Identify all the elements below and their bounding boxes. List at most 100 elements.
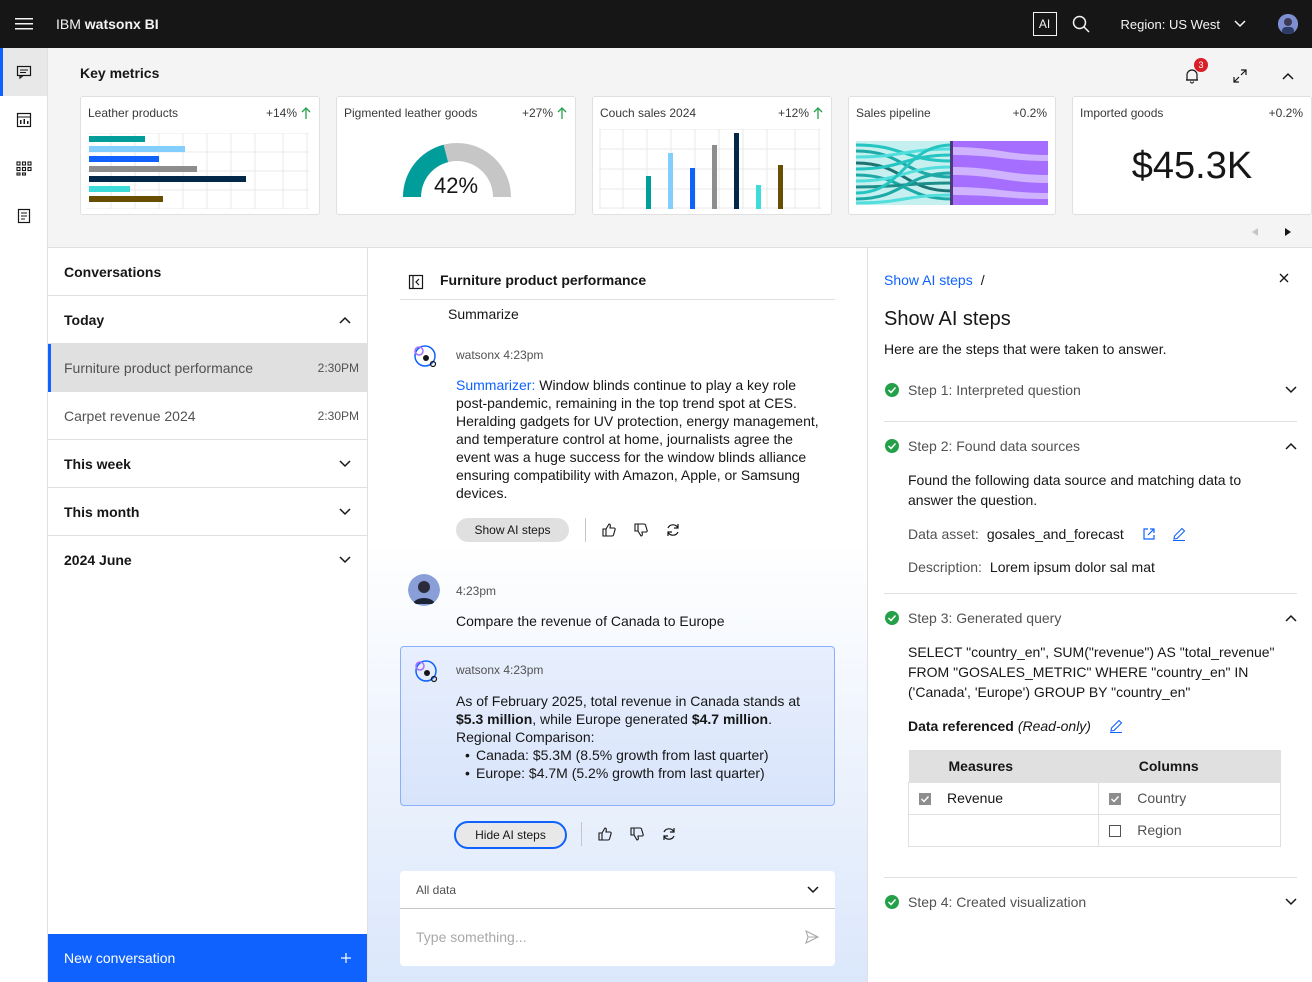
chevron-down-icon bbox=[339, 507, 351, 515]
message-text: Compare the revenue of Canada to Europe bbox=[456, 613, 725, 629]
edit-icon[interactable] bbox=[1172, 527, 1186, 541]
caret-left-icon bbox=[1252, 228, 1258, 236]
region-selector[interactable]: Region: US West bbox=[1105, 0, 1262, 48]
conversation-title: Furniture product performance bbox=[64, 359, 254, 376]
column-chart bbox=[599, 129, 821, 209]
cell-label: Country bbox=[1137, 790, 1187, 806]
group-today[interactable]: Today bbox=[48, 296, 367, 344]
bar-3 bbox=[89, 156, 159, 162]
metric-card-leather-products[interactable]: Leather products +14% bbox=[80, 96, 320, 215]
rail-report[interactable] bbox=[0, 192, 47, 240]
hide-ai-steps-button[interactable]: Hide AI steps bbox=[454, 821, 567, 849]
divider bbox=[581, 822, 582, 846]
app-brand[interactable]: IBM watsonx BI bbox=[56, 16, 159, 32]
input-placeholder: Type something... bbox=[416, 929, 527, 945]
bar-4 bbox=[89, 166, 197, 172]
step-4-header[interactable]: Step 4: Created visualization bbox=[884, 890, 1297, 914]
key-metrics-title: Key metrics bbox=[80, 65, 160, 81]
step-1-header[interactable]: Step 1: Interpreted question bbox=[884, 378, 1297, 402]
thumbs-up-icon[interactable] bbox=[601, 522, 617, 538]
scope-value: All data bbox=[416, 882, 457, 897]
breadcrumb-link[interactable]: Show AI steps bbox=[884, 272, 973, 288]
column-5 bbox=[734, 133, 739, 209]
new-conversation-button[interactable]: New conversation bbox=[48, 934, 367, 982]
chevron-down-icon bbox=[1234, 20, 1246, 28]
thumbs-down-icon[interactable] bbox=[629, 826, 645, 842]
message-body: Window blinds continue to play a key rol… bbox=[456, 377, 819, 501]
edit-icon[interactable] bbox=[1109, 719, 1123, 733]
metric-card-pigmented-leather[interactable]: Pigmented leather goods +27% 42% bbox=[336, 96, 576, 215]
dashboard-icon bbox=[16, 112, 31, 128]
delta-value: +12% bbox=[777, 106, 809, 120]
delta-value: +14% bbox=[265, 106, 297, 120]
text-part: , while Europe generated bbox=[532, 711, 692, 727]
side-panel-close-icon[interactable] bbox=[408, 274, 424, 290]
search-icon[interactable] bbox=[1069, 0, 1093, 48]
send-icon[interactable] bbox=[805, 930, 819, 944]
rail-dashboard[interactable] bbox=[0, 96, 47, 144]
collapse-button[interactable] bbox=[1272, 60, 1304, 92]
chevron-down-icon bbox=[339, 556, 351, 564]
table-cell[interactable]: Country bbox=[1098, 781, 1281, 815]
carousel-prev-button[interactable] bbox=[1245, 224, 1265, 240]
group-this-month[interactable]: This month bbox=[48, 488, 367, 536]
checkbox-checked-icon[interactable] bbox=[1109, 793, 1122, 806]
expand-button[interactable] bbox=[1224, 60, 1256, 92]
regenerate-icon[interactable] bbox=[661, 826, 677, 842]
group-2024-june[interactable]: 2024 June bbox=[48, 536, 367, 584]
add-icon bbox=[341, 953, 351, 963]
close-icon[interactable] bbox=[1278, 272, 1290, 284]
card-delta: +0.2% bbox=[1013, 106, 1047, 120]
key-metrics-panel: Key metrics 3 Leather products +14% Pigm… bbox=[48, 48, 1312, 248]
card-label: Pigmented leather goods bbox=[344, 106, 478, 120]
watsonx-avatar bbox=[414, 345, 437, 368]
left-rail bbox=[0, 48, 48, 982]
step-3-header[interactable]: Step 3: Generated query bbox=[884, 606, 1297, 630]
ai-steps-panel: Show AI steps / Show AI steps Here are th… bbox=[867, 248, 1312, 982]
table-cell[interactable]: Region bbox=[1098, 813, 1281, 847]
notifications-button[interactable]: 3 bbox=[1176, 58, 1208, 92]
panel-subtitle: Here are the steps that were taken to an… bbox=[884, 341, 1167, 357]
carousel-next-button[interactable] bbox=[1278, 224, 1298, 240]
rail-chat[interactable] bbox=[0, 48, 47, 96]
step-label: Step 2: Found data sources bbox=[908, 438, 1080, 454]
card-delta: +12% bbox=[778, 106, 823, 120]
maximize-icon bbox=[1233, 69, 1247, 83]
chevron-up-icon bbox=[339, 316, 351, 324]
card-delta: +27% bbox=[522, 106, 567, 120]
ai-badge[interactable]: AI bbox=[1032, 12, 1057, 36]
metric-card-imported-goods[interactable]: Imported goods +0.2% $45.3K bbox=[1072, 96, 1312, 215]
group-this-week[interactable]: This week bbox=[48, 440, 367, 488]
chevron-up-icon bbox=[1285, 614, 1297, 622]
group-label: This week bbox=[64, 455, 131, 472]
description-value: Lorem ipsum dolor sal mat bbox=[989, 559, 1155, 575]
show-ai-steps-button[interactable]: Show AI steps bbox=[456, 518, 569, 542]
canada-value: $5.3 million bbox=[456, 711, 533, 727]
breadcrumb: Show AI steps / bbox=[884, 272, 985, 288]
metric-card-sales-pipeline[interactable]: Sales pipeline +0.2% bbox=[848, 96, 1056, 215]
new-conversation-label: New conversation bbox=[64, 950, 176, 966]
table-cell[interactable]: Revenue bbox=[907, 781, 1100, 815]
launch-icon[interactable] bbox=[1142, 527, 1156, 541]
checkbox-unchecked-icon[interactable] bbox=[1109, 825, 1122, 838]
rail-apps[interactable] bbox=[0, 144, 47, 192]
conversation-item[interactable]: Furniture product performance 2:30PM bbox=[48, 344, 367, 392]
table-header-row: Measures Columns bbox=[908, 750, 1281, 782]
step-2-header[interactable]: Step 2: Found data sources bbox=[884, 434, 1297, 458]
step-label: Step 3: Generated query bbox=[908, 610, 1062, 626]
metric-card-couch-sales[interactable]: Couch sales 2024 +12% bbox=[592, 96, 832, 215]
thumbs-down-icon[interactable] bbox=[633, 522, 649, 538]
checkbox-checked-icon[interactable] bbox=[919, 793, 931, 806]
apps-icon bbox=[15, 161, 32, 176]
conversation-item[interactable]: Carpet revenue 2024 2:30PM bbox=[48, 392, 367, 440]
message-input[interactable]: Type something... bbox=[400, 909, 835, 965]
hamburger-menu-icon[interactable] bbox=[0, 0, 48, 48]
conversations-title: Conversations bbox=[48, 248, 367, 296]
user-avatar[interactable] bbox=[1278, 14, 1298, 34]
data-scope-select[interactable]: All data bbox=[400, 871, 835, 909]
checkmark-filled-icon bbox=[885, 611, 899, 625]
arrow-up-icon bbox=[301, 107, 311, 119]
ai-response-card: watsonx 4:23pm As of February 2025, tota… bbox=[400, 646, 835, 806]
regenerate-icon[interactable] bbox=[665, 522, 681, 538]
thumbs-up-icon[interactable] bbox=[597, 826, 613, 842]
